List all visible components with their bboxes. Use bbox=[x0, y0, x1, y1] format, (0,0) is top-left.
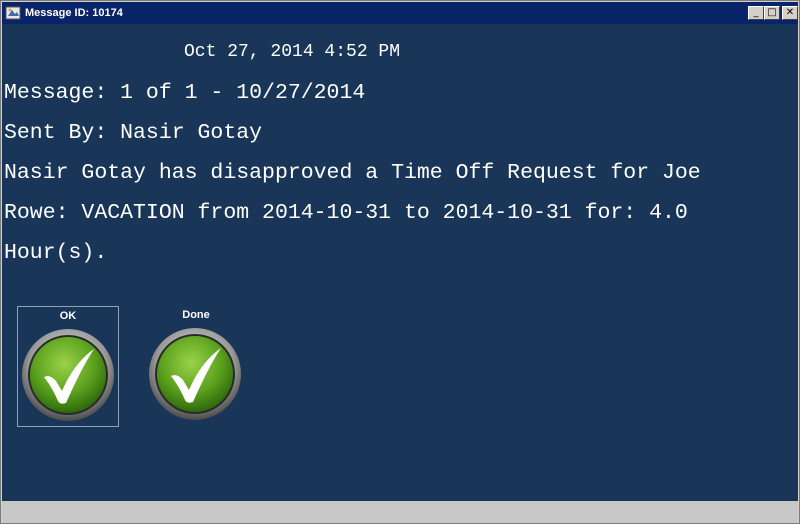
minimize-icon: _ bbox=[753, 7, 759, 18]
ok-button[interactable]: OK bbox=[17, 306, 119, 427]
message-counter: Message: 1 of 1 - 10/27/2014 bbox=[4, 81, 366, 105]
message-timestamp: Oct 27, 2014 4:52 PM bbox=[184, 42, 401, 62]
done-button-label: Done bbox=[182, 309, 210, 321]
message-window: Message ID: 10174 _ □ ✕ Oct 27, 2014 4:5… bbox=[0, 0, 800, 524]
done-button[interactable]: Done bbox=[145, 306, 247, 427]
message-sender: Sent By: Nasir Gotay bbox=[4, 121, 263, 145]
maximize-icon: □ bbox=[767, 7, 777, 18]
close-icon: ✕ bbox=[785, 7, 795, 18]
minimize-button[interactable]: _ bbox=[748, 6, 764, 20]
checkmark-icon bbox=[22, 329, 114, 421]
app-icon bbox=[5, 6, 21, 20]
ok-button-label: OK bbox=[59, 310, 77, 322]
title-bar[interactable]: Message ID: 10174 _ □ ✕ bbox=[2, 2, 798, 24]
message-body-line: Hour(s). bbox=[4, 241, 108, 265]
status-bar bbox=[2, 501, 798, 523]
maximize-button[interactable]: □ bbox=[764, 6, 780, 20]
window-title: Message ID: 10174 bbox=[25, 7, 123, 19]
checkmark-icon bbox=[149, 328, 241, 420]
close-button[interactable]: ✕ bbox=[782, 6, 798, 20]
message-body-line: Rowe: VACATION from 2014-10-31 to 2014-1… bbox=[4, 201, 688, 225]
message-panel: Oct 27, 2014 4:52 PM Message: 1 of 1 - 1… bbox=[2, 24, 798, 501]
message-body-line: Nasir Gotay has disapproved a Time Off R… bbox=[4, 161, 701, 185]
